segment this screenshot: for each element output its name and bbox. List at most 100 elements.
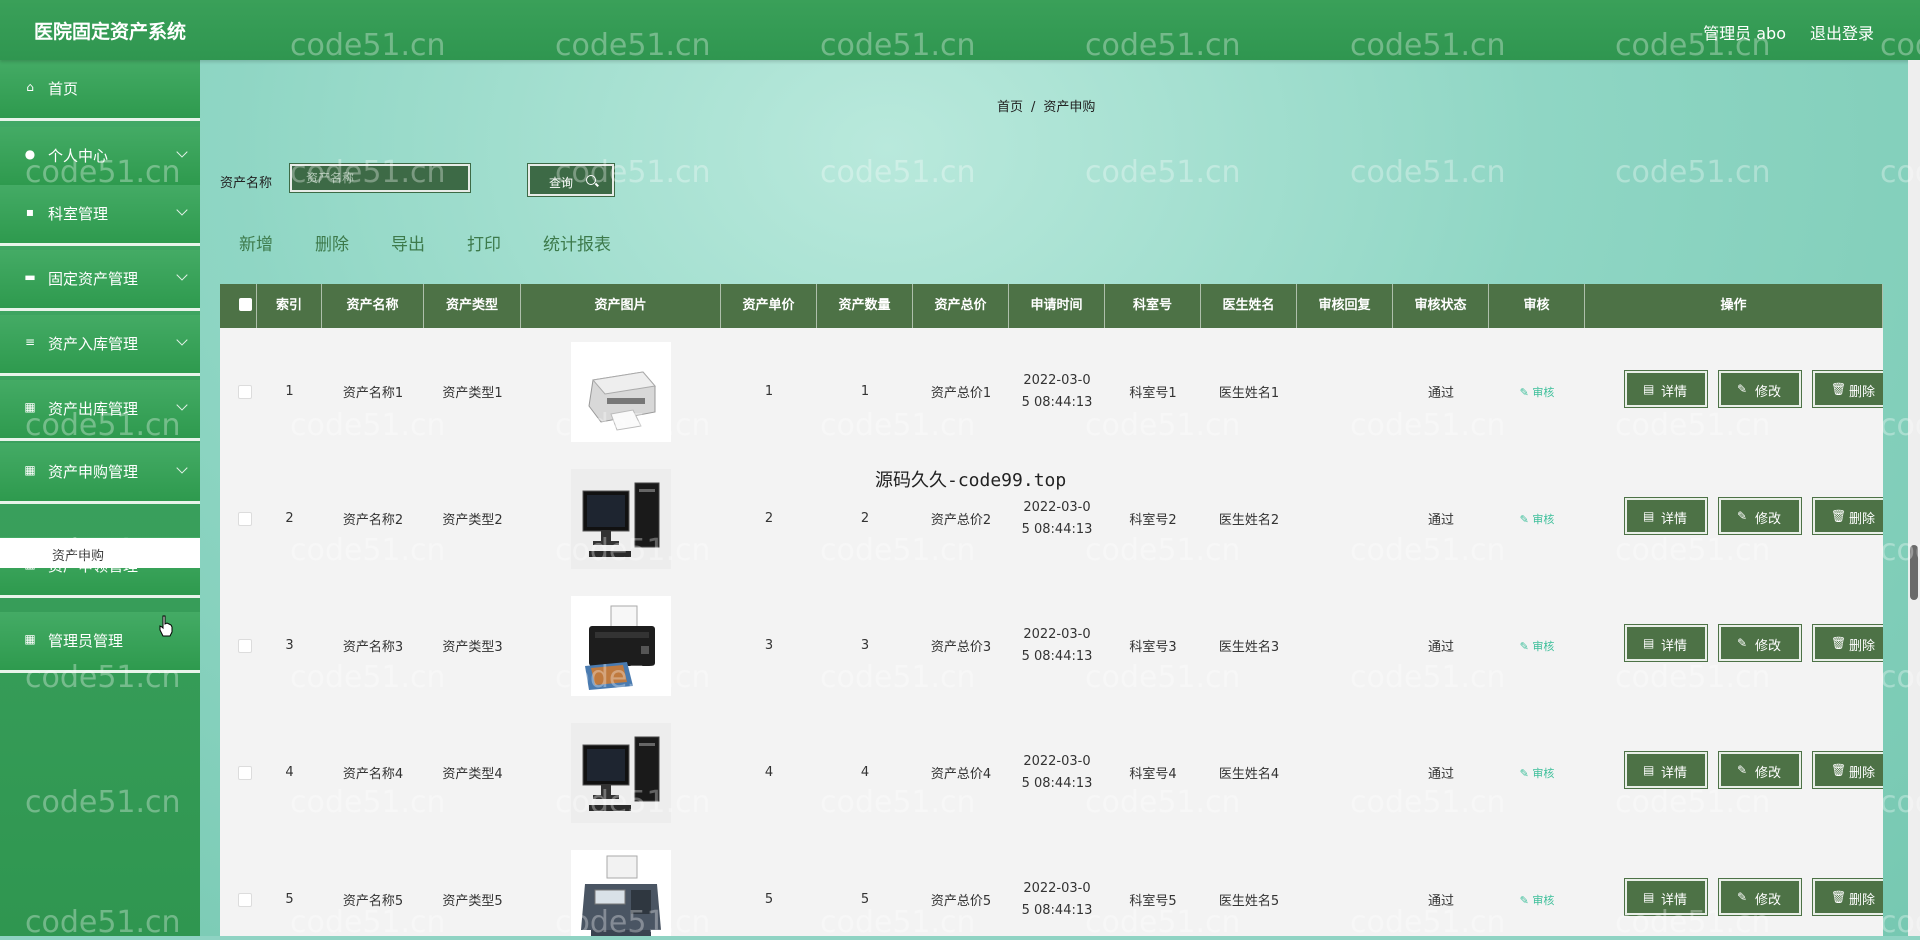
submenu-item-asset-purchase[interactable]: 资产申购: [0, 538, 200, 568]
cell-price: 4: [764, 765, 774, 780]
column-header[interactable]: 医生姓名: [1201, 284, 1297, 328]
delete-button[interactable]: 删除: [315, 230, 349, 255]
detail-button[interactable]: ▤ 详情: [1625, 625, 1707, 661]
cell-type: 资产类型4: [442, 767, 503, 782]
edit-button[interactable]: ✎ 修改: [1719, 879, 1801, 915]
cell-status: 通过: [1427, 386, 1454, 401]
detail-button-label: 详情: [1661, 893, 1688, 908]
column-header[interactable]: 资产数量: [817, 284, 913, 328]
column-header[interactable]: 资产总价: [913, 284, 1009, 328]
cell-status: 通过: [1427, 894, 1454, 909]
delete-row-button[interactable]: 🗑 删除: [1813, 879, 1883, 915]
cell-apply-time: 2022-03-0 5 08:44:13: [1009, 836, 1105, 936]
clipboard-icon: ▪: [25, 205, 35, 219]
page-scrollbar[interactable]: [1908, 60, 1920, 936]
column-header[interactable]: 资产图片: [521, 284, 721, 328]
cell-index: 1: [285, 384, 294, 399]
current-user: 管理员 abo: [1703, 24, 1786, 43]
inkjet-printer-image[interactable]: [571, 596, 671, 696]
audit-link[interactable]: ✎ 审核: [1520, 511, 1555, 527]
edit-button[interactable]: ✎ 修改: [1719, 625, 1801, 661]
cell-price: 5: [764, 892, 774, 907]
chevron-down-icon: [176, 269, 188, 281]
top-bar: 医院固定资产系统 管理员 abo 退出登录: [0, 0, 1920, 60]
search-input[interactable]: [290, 164, 470, 192]
edit-button[interactable]: ✎ 修改: [1719, 371, 1801, 407]
cell-audit: ✎ 审核: [1489, 328, 1585, 455]
row-checkbox[interactable]: [238, 385, 252, 399]
sidebar-item-6[interactable]: ▦ 资产出库管理: [0, 380, 200, 441]
printer-image[interactable]: [571, 342, 671, 442]
row-checkbox[interactable]: [238, 512, 252, 526]
chevron-down-icon: [176, 146, 188, 158]
edit-button[interactable]: ✎ 修改: [1719, 752, 1801, 788]
audit-link-label: 审核: [1532, 385, 1555, 399]
edit-button[interactable]: ✎ 修改: [1719, 498, 1801, 534]
sidebar-item-1[interactable]: ⌂ 首页: [0, 60, 200, 121]
cell-apply-time: 2022-03-0 5 08:44:13: [1009, 709, 1105, 836]
column-header[interactable]: 审核回复: [1297, 284, 1393, 328]
search-button[interactable]: 查询: [528, 164, 614, 196]
sidebar-item-5[interactable]: ≡ 资产入库管理: [0, 315, 200, 376]
table-row: 1 资产名称1 资产类型1 1 1 资产总价1 2022-03-0 5 08:44:13 科室号…: [220, 328, 1883, 455]
breadcrumb-home[interactable]: 首页: [997, 100, 1023, 115]
sidebar-item-4[interactable]: ▬ 固定资产管理: [0, 250, 200, 311]
detail-button[interactable]: ▤ 详情: [1625, 371, 1707, 407]
grid-icon: ▦: [24, 400, 36, 414]
logout-link[interactable]: 退出登录: [1810, 20, 1874, 44]
column-header[interactable]: 资产名称: [322, 284, 424, 328]
cell-doctor: 医生姓名4: [1218, 767, 1280, 782]
row-checkbox[interactable]: [238, 893, 252, 907]
apply-time-line1: 2022-03-0: [1023, 753, 1091, 769]
sidebar-item-7[interactable]: ▦ 资产申购管理: [0, 443, 200, 504]
export-button[interactable]: 导出: [391, 230, 425, 255]
cell-status: 通过: [1427, 767, 1454, 782]
pencil-icon: ✎: [1737, 636, 1748, 650]
detail-button[interactable]: ▤ 详情: [1625, 498, 1707, 534]
fax-machine-image[interactable]: [571, 850, 671, 936]
chevron-down-icon: [176, 399, 188, 411]
delete-row-button[interactable]: 🗑 删除: [1813, 371, 1883, 407]
file-icon: ▬: [24, 270, 36, 284]
print-button[interactable]: 打印: [467, 230, 501, 255]
select-all-checkbox[interactable]: [239, 298, 252, 311]
column-header[interactable]: 操作: [1585, 284, 1883, 328]
cell-total: 资产总价3: [930, 640, 992, 655]
row-checkbox[interactable]: [238, 639, 252, 653]
submenu-item-label: 资产申购: [52, 549, 105, 564]
column-header[interactable]: 科室号: [1105, 284, 1201, 328]
column-header[interactable]: 索引: [257, 284, 322, 328]
cell-type: 资产类型5: [442, 894, 503, 909]
cell-audit: ✎ 审核: [1489, 709, 1585, 836]
column-header[interactable]: 审核状态: [1393, 284, 1489, 328]
breadcrumb-separator: /: [1031, 100, 1036, 115]
cell-name: 资产名称2: [342, 513, 404, 528]
data-table: 索引 资产名称 资产类型 资产图片 资产单价 资产数量 资产总价 申请时间 科室号 医生姓名 审核回…: [220, 284, 1883, 936]
audit-link[interactable]: ✎ 审核: [1520, 892, 1555, 908]
grid-icon: ▦: [24, 632, 36, 646]
cell-dept: 科室号2: [1129, 513, 1177, 528]
overlay-watermark: 源码久久-code99.top: [875, 470, 1067, 491]
audit-link[interactable]: ✎ 审核: [1520, 638, 1555, 654]
detail-button[interactable]: ▤ 详情: [1625, 879, 1707, 915]
audit-link[interactable]: ✎ 审核: [1520, 765, 1555, 781]
desktop-computer-image[interactable]: [571, 723, 671, 823]
trash-icon: 🗑: [1831, 890, 1847, 904]
row-checkbox[interactable]: [238, 766, 252, 780]
column-header[interactable]: 审核: [1489, 284, 1585, 328]
audit-link[interactable]: ✎ 审核: [1520, 384, 1555, 400]
sidebar-item-2[interactable]: ● 个人中心: [0, 127, 200, 188]
statistics-report-button[interactable]: 统计报表: [543, 230, 611, 255]
column-header[interactable]: 资产类型: [424, 284, 521, 328]
add-button[interactable]: 新增: [239, 230, 273, 255]
scrollbar-thumb[interactable]: [1910, 545, 1918, 600]
cell-total: 资产总价5: [930, 894, 992, 909]
column-header[interactable]: 申请时间: [1009, 284, 1105, 328]
desktop-computer-image[interactable]: [571, 469, 671, 569]
delete-row-button[interactable]: 🗑 删除: [1813, 752, 1883, 788]
sidebar-item-3[interactable]: ▪ 科室管理: [0, 185, 200, 246]
delete-row-button[interactable]: 🗑 删除: [1813, 625, 1883, 661]
detail-button[interactable]: ▤ 详情: [1625, 752, 1707, 788]
column-header[interactable]: 资产单价: [721, 284, 817, 328]
delete-row-button[interactable]: 🗑 删除: [1813, 498, 1883, 534]
